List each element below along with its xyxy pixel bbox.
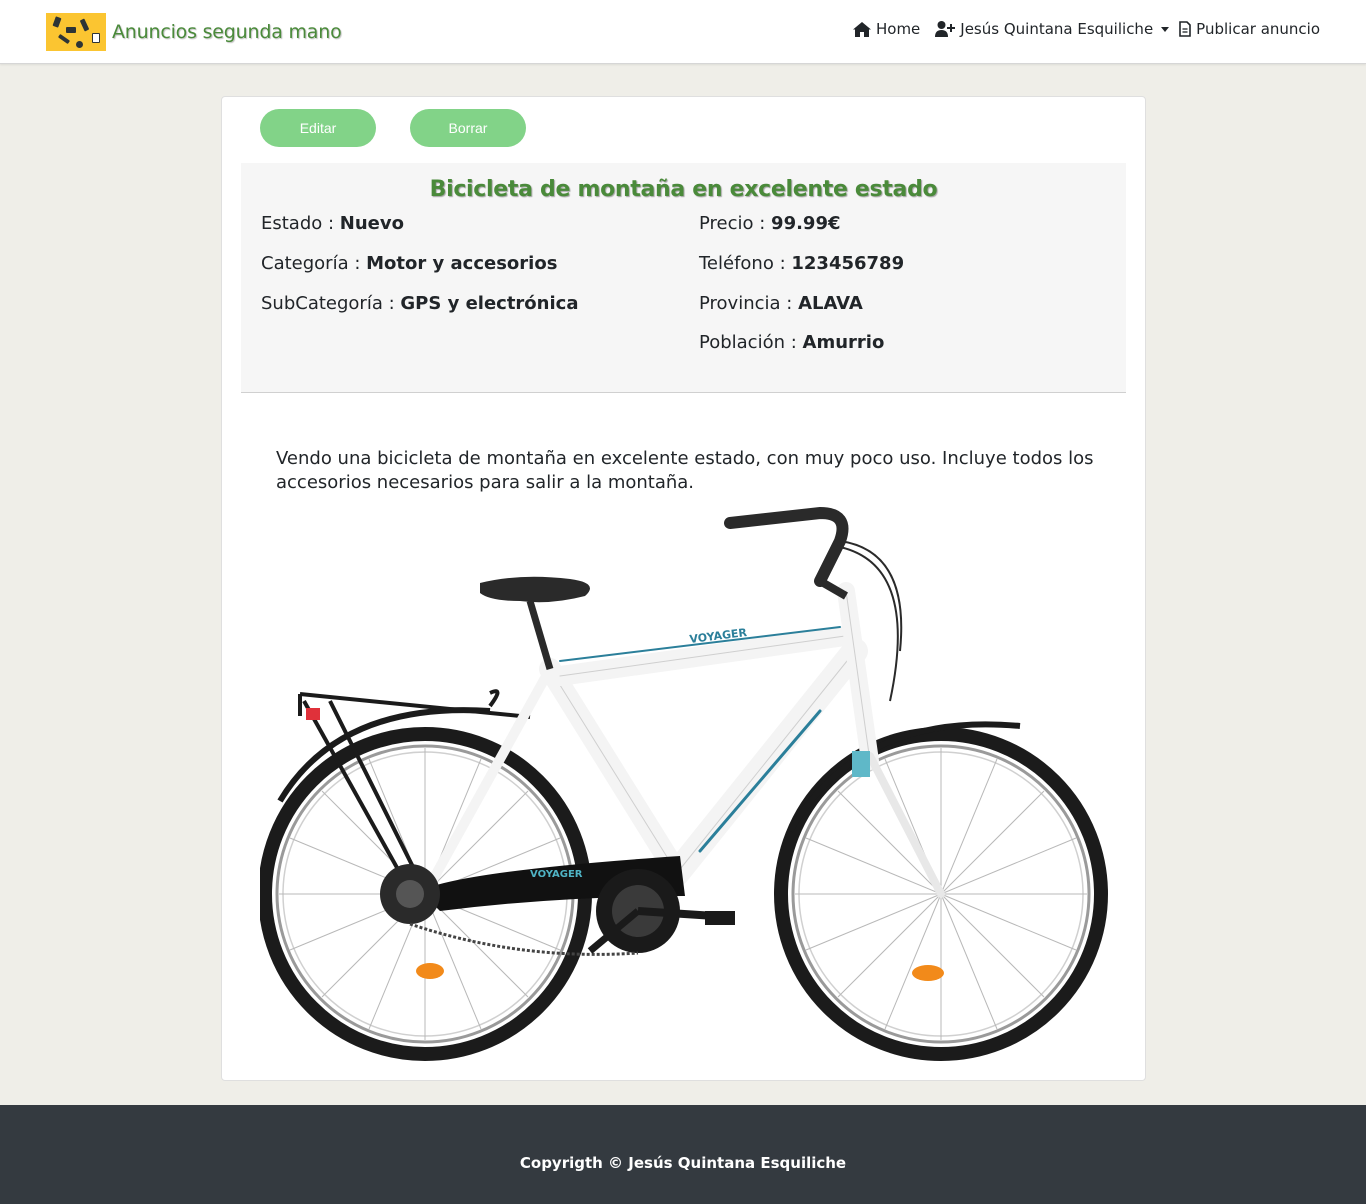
- user-plus-icon: [935, 21, 956, 37]
- field-precio-value: 99.99€: [771, 213, 841, 234]
- listing-title: Bicicleta de montaña en excelente estado: [429, 177, 938, 202]
- document-icon: [1179, 21, 1191, 37]
- chevron-down-icon: [1161, 26, 1170, 32]
- field-subcategoria-label: SubCategoría :: [261, 293, 401, 314]
- field-provincia: Provincia : ALAVA: [699, 293, 863, 314]
- page-footer: Copyrigth © Jesús Quintana Esquiliche: [0, 1105, 1366, 1204]
- field-telefono: Teléfono : 123456789: [699, 253, 904, 274]
- field-poblacion-value: Amurrio: [802, 332, 885, 353]
- field-categoria-value: Motor y accesorios: [366, 253, 558, 274]
- bike-frame: VOYAGER: [419, 582, 945, 900]
- field-poblacion: Población : Amurrio: [699, 332, 884, 353]
- field-poblacion-label: Población :: [699, 332, 803, 353]
- footer-copyright: Copyrigth © Jesús Quintana Esquiliche: [519, 1154, 847, 1172]
- nav-user-name: Jesús Quintana Esquiliche: [960, 20, 1154, 38]
- nav-home-link[interactable]: Home: [852, 20, 921, 38]
- nav-publish-link[interactable]: Publicar anuncio: [1179, 20, 1320, 38]
- field-categoria-label: Categoría :: [261, 253, 367, 274]
- nav-home-label: Home: [875, 20, 921, 38]
- listing-info: Bicicleta de montaña en excelente estado…: [241, 163, 1126, 393]
- field-estado-label: Estado :: [261, 213, 340, 234]
- nav-links: Home Jesús Quintana Esquiliche Publicar …: [838, 20, 1320, 38]
- field-estado-value: Nuevo: [339, 213, 404, 234]
- home-icon: [852, 21, 871, 37]
- field-provincia-label: Provincia :: [699, 293, 799, 314]
- nav-publish-label: Publicar anuncio: [1196, 20, 1320, 38]
- field-provincia-value: ALAVA: [798, 293, 863, 314]
- rear-light: [306, 708, 320, 720]
- field-telefono-value: 123456789: [791, 253, 905, 274]
- top-navbar: Anuncios segunda mano Home Jesús Quintan…: [0, 0, 1366, 64]
- bike-handlebar: [724, 506, 903, 702]
- field-subcategoria: SubCategoría : GPS y electrónica: [261, 293, 578, 314]
- listing-description: Vendo una bicicleta de montaña en excele…: [276, 448, 1094, 493]
- svg-text:VOYAGER: VOYAGER: [530, 869, 583, 880]
- brand-link[interactable]: Anuncios segunda mano: [46, 13, 342, 51]
- nav-user-dropdown[interactable]: Jesús Quintana Esquiliche: [935, 20, 1170, 38]
- brand-logo: [46, 13, 106, 51]
- delete-button[interactable]: Borrar: [410, 109, 526, 147]
- field-precio-label: Precio :: [699, 213, 772, 234]
- field-categoria: Categoría : Motor y accesorios: [261, 253, 557, 274]
- field-telefono-label: Teléfono :: [699, 253, 792, 274]
- edit-button[interactable]: Editar: [260, 109, 376, 147]
- listing-photo: VOYAGER VOYAGER: [260, 506, 1108, 1061]
- field-subcategoria-value: GPS y electrónica: [400, 293, 579, 314]
- bike-seat: [480, 576, 590, 670]
- field-precio: Precio : 99.99€: [699, 213, 841, 234]
- rear-rack: [298, 689, 531, 892]
- listing-card: Editar Borrar Bicicleta de montaña en ex…: [221, 96, 1146, 1081]
- brand-name: Anuncios segunda mano: [112, 21, 342, 43]
- field-estado: Estado : Nuevo: [261, 213, 404, 234]
